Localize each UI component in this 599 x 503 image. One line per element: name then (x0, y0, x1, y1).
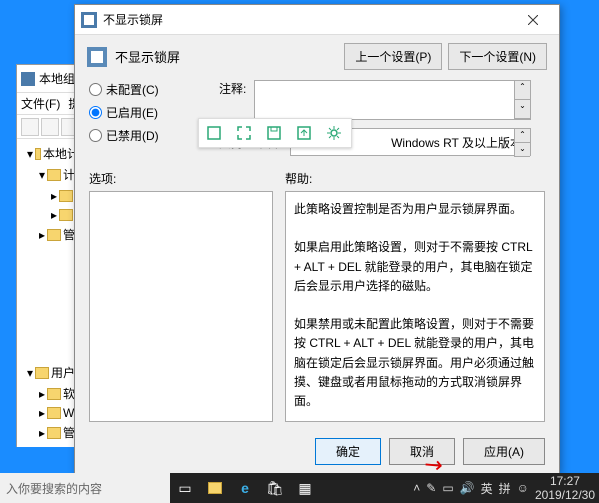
edge-icon[interactable]: e (230, 473, 260, 503)
ime-lang[interactable]: 英 (481, 480, 493, 497)
radio-enabled-row[interactable]: 已启用(E) (75, 101, 205, 124)
app-icon[interactable]: ▦ (290, 473, 320, 503)
clock[interactable]: 17:27 2019/12/30 (535, 474, 595, 503)
radio-not-configured[interactable] (89, 83, 102, 96)
save-icon[interactable] (259, 118, 289, 148)
platform-scrollbar[interactable]: ⌃ ⌄ (514, 129, 530, 157)
scroll-up-icon[interactable]: ⌃ (514, 129, 530, 143)
explorer-icon[interactable] (200, 473, 230, 503)
comment-scrollbar[interactable]: ⌃ ⌄ (514, 81, 530, 119)
radio-disabled-label: 已禁用(D) (106, 127, 159, 144)
search-placeholder: 入你要搜索的内容 (6, 480, 102, 497)
radio-disabled[interactable] (89, 129, 102, 142)
ok-button[interactable]: 确定 (315, 438, 381, 465)
policy-icon (87, 47, 107, 67)
gear-icon[interactable] (319, 118, 349, 148)
scroll-down-icon[interactable]: ⌄ (514, 143, 530, 157)
task-view-icon[interactable]: ▭ (170, 473, 200, 503)
help-label: 帮助: (285, 170, 545, 187)
dialog-titlebar: 不显示锁屏 (75, 5, 559, 35)
cancel-button[interactable]: 取消 (389, 438, 455, 465)
help-p3: 如果禁用或未配置此策略设置，则对于不需要按 CTRL + ALT + DEL 就… (294, 315, 536, 411)
toolbar-back-icon[interactable] (21, 118, 39, 136)
prev-setting-button[interactable]: 上一个设置(P) (344, 43, 442, 70)
dialog-body: 选项: 帮助: 此策略设置控制是否为用户显示锁屏界面。 如果启用此策略设置，则对… (75, 162, 559, 430)
network-icon[interactable]: ▭ (442, 481, 453, 495)
radio-not-configured-label: 未配置(C) (106, 81, 159, 98)
menu-file[interactable]: 文件(F) (21, 95, 60, 112)
apply-button[interactable]: 应用(A) (463, 438, 545, 465)
platform-value: Windows RT 及以上版本 (391, 134, 522, 151)
mmc-icon (21, 72, 35, 86)
volume-icon[interactable]: 🔊 (460, 481, 475, 495)
toolbar-fwd-icon[interactable] (41, 118, 59, 136)
system-tray: ˄ ✎ ▭ 🔊 英 拼 ☺ 17:27 2019/12/30 (413, 474, 599, 503)
tray-up-icon[interactable]: ˄ (413, 481, 420, 495)
comment-label: 注释: (219, 80, 246, 120)
next-setting-button[interactable]: 下一个设置(N) (448, 43, 547, 70)
dialog-footer: 确定 取消 应用(A) (75, 430, 559, 473)
taskbar: 入你要搜索的内容 ▭ e 🛍 ▦ ˄ ✎ ▭ 🔊 英 拼 ☺ 17:27 201… (0, 473, 599, 503)
ime-mode[interactable]: 拼 (499, 480, 511, 497)
options-box[interactable] (89, 191, 273, 422)
share-icon[interactable] (289, 118, 319, 148)
help-p1: 此策略设置控制是否为用户显示锁屏界面。 (294, 200, 536, 219)
fullscreen-icon[interactable] (229, 118, 259, 148)
radio-disabled-row[interactable]: 已禁用(D) (75, 124, 205, 147)
options-label: 选项: (89, 170, 273, 187)
radio-not-configured-row[interactable]: 未配置(C) (75, 78, 205, 101)
dialog-title: 不显示锁屏 (103, 11, 507, 28)
scroll-up-icon[interactable]: ⌃ (514, 81, 530, 100)
radio-enabled-label: 已启用(E) (106, 104, 158, 121)
scroll-down-icon[interactable]: ⌄ (514, 100, 530, 119)
radio-enabled[interactable] (89, 106, 102, 119)
dialog-app-icon (81, 12, 97, 28)
comment-row: 注释: ⌃ ⌄ (205, 78, 545, 122)
help-p2: 如果启用此策略设置，则对于不需要按 CTRL + ALT + DEL 就能登录的… (294, 238, 536, 296)
close-icon[interactable] (513, 6, 553, 34)
pen-icon[interactable]: ✎ (426, 481, 436, 495)
comment-textbox[interactable]: ⌃ ⌄ (254, 80, 531, 120)
mmc-title-text: 本地组 (39, 70, 75, 87)
ime-face-icon[interactable]: ☺ (517, 481, 529, 495)
time: 17:27 (535, 474, 595, 488)
date: 2019/12/30 (535, 488, 595, 502)
policy-dialog: 不显示锁屏 不显示锁屏 上一个设置(P) 下一个设置(N) 未配置(C) 已启用… (74, 4, 560, 474)
search-input[interactable]: 入你要搜索的内容 (0, 473, 170, 503)
rect-icon[interactable] (199, 118, 229, 148)
store-icon[interactable]: 🛍 (260, 473, 290, 503)
help-box[interactable]: 此策略设置控制是否为用户显示锁屏界面。 如果启用此策略设置，则对于不需要按 CT… (285, 191, 545, 422)
policy-name: 不显示锁屏 (115, 47, 180, 66)
dialog-header: 不显示锁屏 上一个设置(P) 下一个设置(N) (75, 35, 559, 78)
screenshot-toolbar (198, 118, 352, 148)
